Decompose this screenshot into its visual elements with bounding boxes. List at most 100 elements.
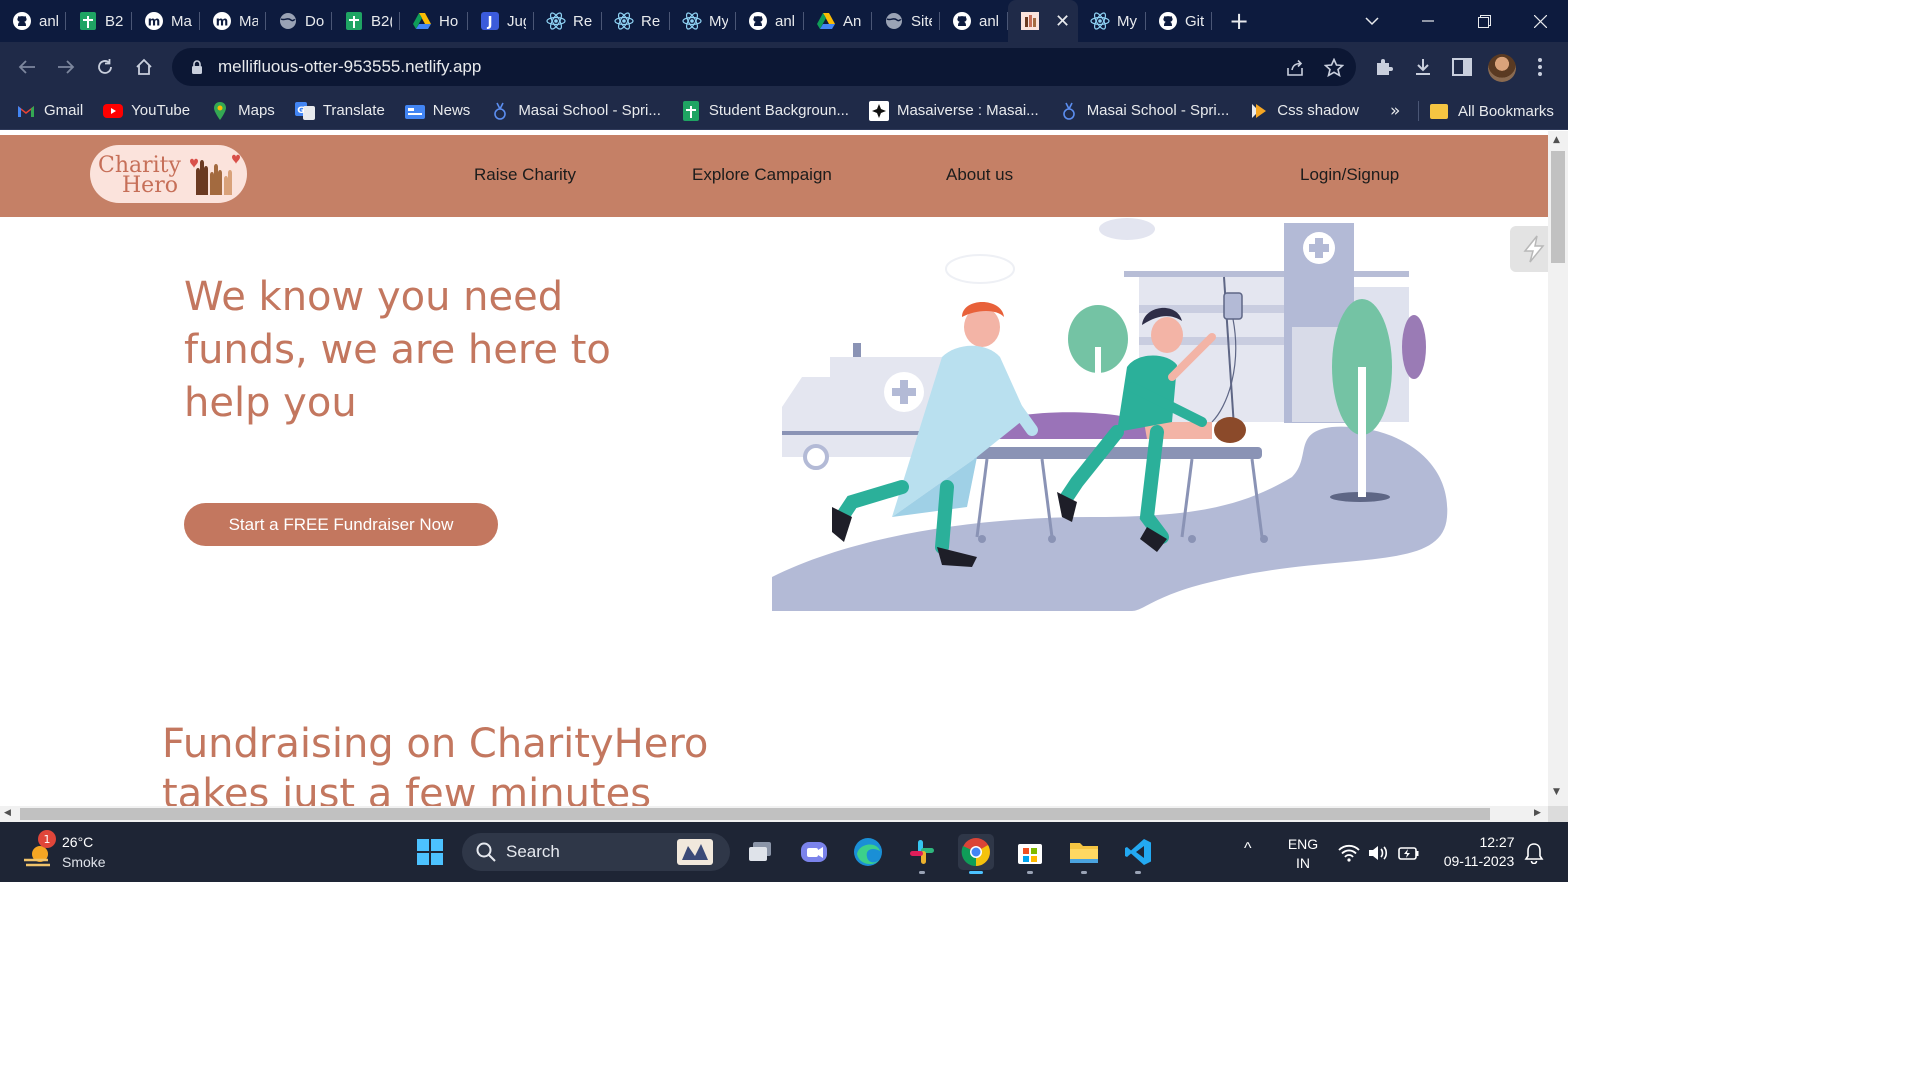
- scroll-down-arrow[interactable]: ▼: [1553, 787, 1560, 797]
- horizontal-scroll-thumb[interactable]: [20, 808, 1490, 820]
- vscode-icon[interactable]: [1120, 834, 1156, 874]
- react-icon: [546, 11, 566, 31]
- browser-tab[interactable]: An: [804, 0, 872, 42]
- restore-button[interactable]: [1456, 0, 1512, 42]
- browser-tab[interactable]: Git: [1146, 0, 1212, 42]
- browser-tab[interactable]: Do: [266, 0, 332, 42]
- browser-tab[interactable]: My: [1078, 0, 1146, 42]
- bookmark-item[interactable]: Maps: [210, 101, 275, 121]
- weather-temperature: 26°C: [62, 834, 94, 850]
- close-window-button[interactable]: [1512, 0, 1568, 42]
- nav-about-us[interactable]: About us: [946, 165, 1013, 185]
- bookmark-label: Gmail: [44, 102, 84, 119]
- windows-start-icon[interactable]: [412, 834, 448, 870]
- translate-icon: G: [294, 101, 315, 121]
- browser-tab[interactable]: J Jug: [468, 0, 534, 42]
- browser-tab[interactable]: My: [670, 0, 736, 42]
- download-icon[interactable]: [1411, 55, 1435, 79]
- file-explorer-icon[interactable]: [1066, 834, 1102, 874]
- bookmark-item[interactable]: G Translate: [294, 101, 385, 121]
- profile-avatar[interactable]: [1488, 54, 1516, 82]
- browser-tab[interactable]: Ho: [400, 0, 468, 42]
- tab-strip: anlB2mMamMaDoB2(HoJJugReReMyanlAnSiteanl…: [0, 0, 1568, 42]
- bookmark-item[interactable]: YouTube: [103, 101, 190, 121]
- bookmark-star-icon[interactable]: [1323, 57, 1345, 79]
- address-bar[interactable]: mellifluous-otter-953555.netlify.app: [172, 48, 1356, 86]
- task-view-icon[interactable]: [742, 834, 778, 870]
- scroll-right-arrow[interactable]: ▶: [1534, 808, 1541, 818]
- scroll-up-arrow[interactable]: ▲: [1553, 135, 1560, 145]
- tray-overflow-chevron-icon[interactable]: ^: [1244, 840, 1252, 858]
- bookmark-item[interactable]: Masaiverse : Masai...: [868, 100, 1039, 121]
- running-indicator: [919, 871, 925, 874]
- bookmark-item[interactable]: Gmail: [16, 101, 83, 121]
- bookmarks-overflow-chevron[interactable]: »: [1390, 92, 1400, 130]
- microsoft-store-icon[interactable]: [1012, 834, 1048, 874]
- bookmark-item[interactable]: Student Backgroun...: [681, 100, 849, 121]
- vertical-scroll-thumb[interactable]: [1551, 151, 1565, 263]
- browser-tab[interactable]: m Ma: [132, 0, 200, 42]
- react-icon: [1090, 11, 1110, 31]
- browser-tab[interactable]: anl: [736, 0, 804, 42]
- chrome-icon[interactable]: [958, 834, 994, 874]
- tab-title: Git: [1185, 12, 1204, 30]
- minimize-button[interactable]: [1400, 0, 1456, 42]
- nav-raise-charity[interactable]: Raise Charity: [474, 165, 576, 185]
- volume-icon[interactable]: [1368, 844, 1390, 862]
- notification-bell-icon[interactable]: [1524, 842, 1544, 864]
- start-fundraiser-button[interactable]: Start a FREE Fundraiser Now: [184, 503, 498, 546]
- browser-tab[interactable]: Re: [602, 0, 670, 42]
- extensions-puzzle-icon[interactable]: [1372, 55, 1396, 79]
- share-icon[interactable]: [1284, 57, 1306, 79]
- clock-date[interactable]: 09-11-2023: [1436, 853, 1522, 869]
- horizontal-scrollbar[interactable]: ◀ ▶: [0, 806, 1548, 822]
- battery-charging-icon[interactable]: [1398, 844, 1420, 862]
- browser-tab[interactable]: B2: [66, 0, 132, 42]
- reload-icon[interactable]: [93, 55, 117, 79]
- edge-browser-icon[interactable]: [850, 834, 886, 870]
- browser-tab[interactable]: m Ma: [200, 0, 266, 42]
- browser-tab[interactable]: anl: [0, 0, 66, 42]
- charityhero-logo[interactable]: Charity Hero: [90, 145, 247, 203]
- nav-login-signup[interactable]: Login/Signup: [1300, 165, 1399, 185]
- back-arrow-icon[interactable]: [15, 55, 39, 79]
- close-tab-icon[interactable]: ✕: [1055, 11, 1070, 32]
- lock-icon[interactable]: [188, 58, 206, 76]
- tab-search-chevron-icon[interactable]: [1344, 0, 1400, 42]
- browser-tab[interactable]: Site: [872, 0, 940, 42]
- chrome-menu-icon[interactable]: [1528, 55, 1552, 79]
- browser-tab[interactable]: B2(: [332, 0, 400, 42]
- hospital-emergency-illustration: [772, 218, 1448, 611]
- nav-explore-campaign[interactable]: Explore Campaign: [692, 165, 832, 185]
- new-tab-button[interactable]: +: [1226, 7, 1252, 35]
- side-panel-icon[interactable]: [1450, 55, 1474, 79]
- bookmark-item[interactable]: Masai School - Spri...: [490, 101, 661, 121]
- bookmark-item[interactable]: Css shadow: [1249, 101, 1359, 121]
- bookmark-label: Masai School - Spri...: [518, 102, 661, 119]
- search-label: Search: [506, 842, 560, 861]
- bookmark-item[interactable]: Masai School - Spri...: [1059, 101, 1229, 121]
- masai-icon: [1059, 101, 1079, 121]
- language-in[interactable]: IN: [1286, 855, 1320, 871]
- taskbar-search-box[interactable]: Search: [462, 833, 730, 871]
- browser-tab[interactable]: anl: [940, 0, 1008, 42]
- clock-time[interactable]: 12:27: [1472, 834, 1522, 850]
- url-text[interactable]: mellifluous-otter-953555.netlify.app: [218, 57, 481, 77]
- slack-icon[interactable]: [904, 834, 940, 874]
- bookmark-item[interactable]: News: [404, 101, 470, 121]
- home-icon[interactable]: [132, 55, 156, 79]
- floating-extension-button[interactable]: [1510, 226, 1548, 272]
- teams-chat-icon[interactable]: [796, 834, 832, 870]
- forward-arrow-icon[interactable]: [54, 55, 78, 79]
- wifi-icon[interactable]: [1338, 844, 1360, 862]
- bookmark-label: Masaiverse : Masai...: [896, 102, 1039, 119]
- scroll-left-arrow[interactable]: ◀: [4, 808, 11, 818]
- tab-active[interactable]: ✕: [1008, 0, 1078, 42]
- weather-widget[interactable]: 1 26°C Smoke: [20, 830, 130, 874]
- browser-tab[interactable]: Re: [534, 0, 602, 42]
- tab-title: My: [1117, 12, 1137, 30]
- svg-text:G: G: [297, 106, 304, 116]
- all-bookmarks-button[interactable]: All Bookmarks: [1430, 92, 1554, 130]
- vertical-scrollbar[interactable]: ▲ ▼: [1548, 131, 1568, 806]
- language-eng[interactable]: ENG: [1286, 836, 1320, 852]
